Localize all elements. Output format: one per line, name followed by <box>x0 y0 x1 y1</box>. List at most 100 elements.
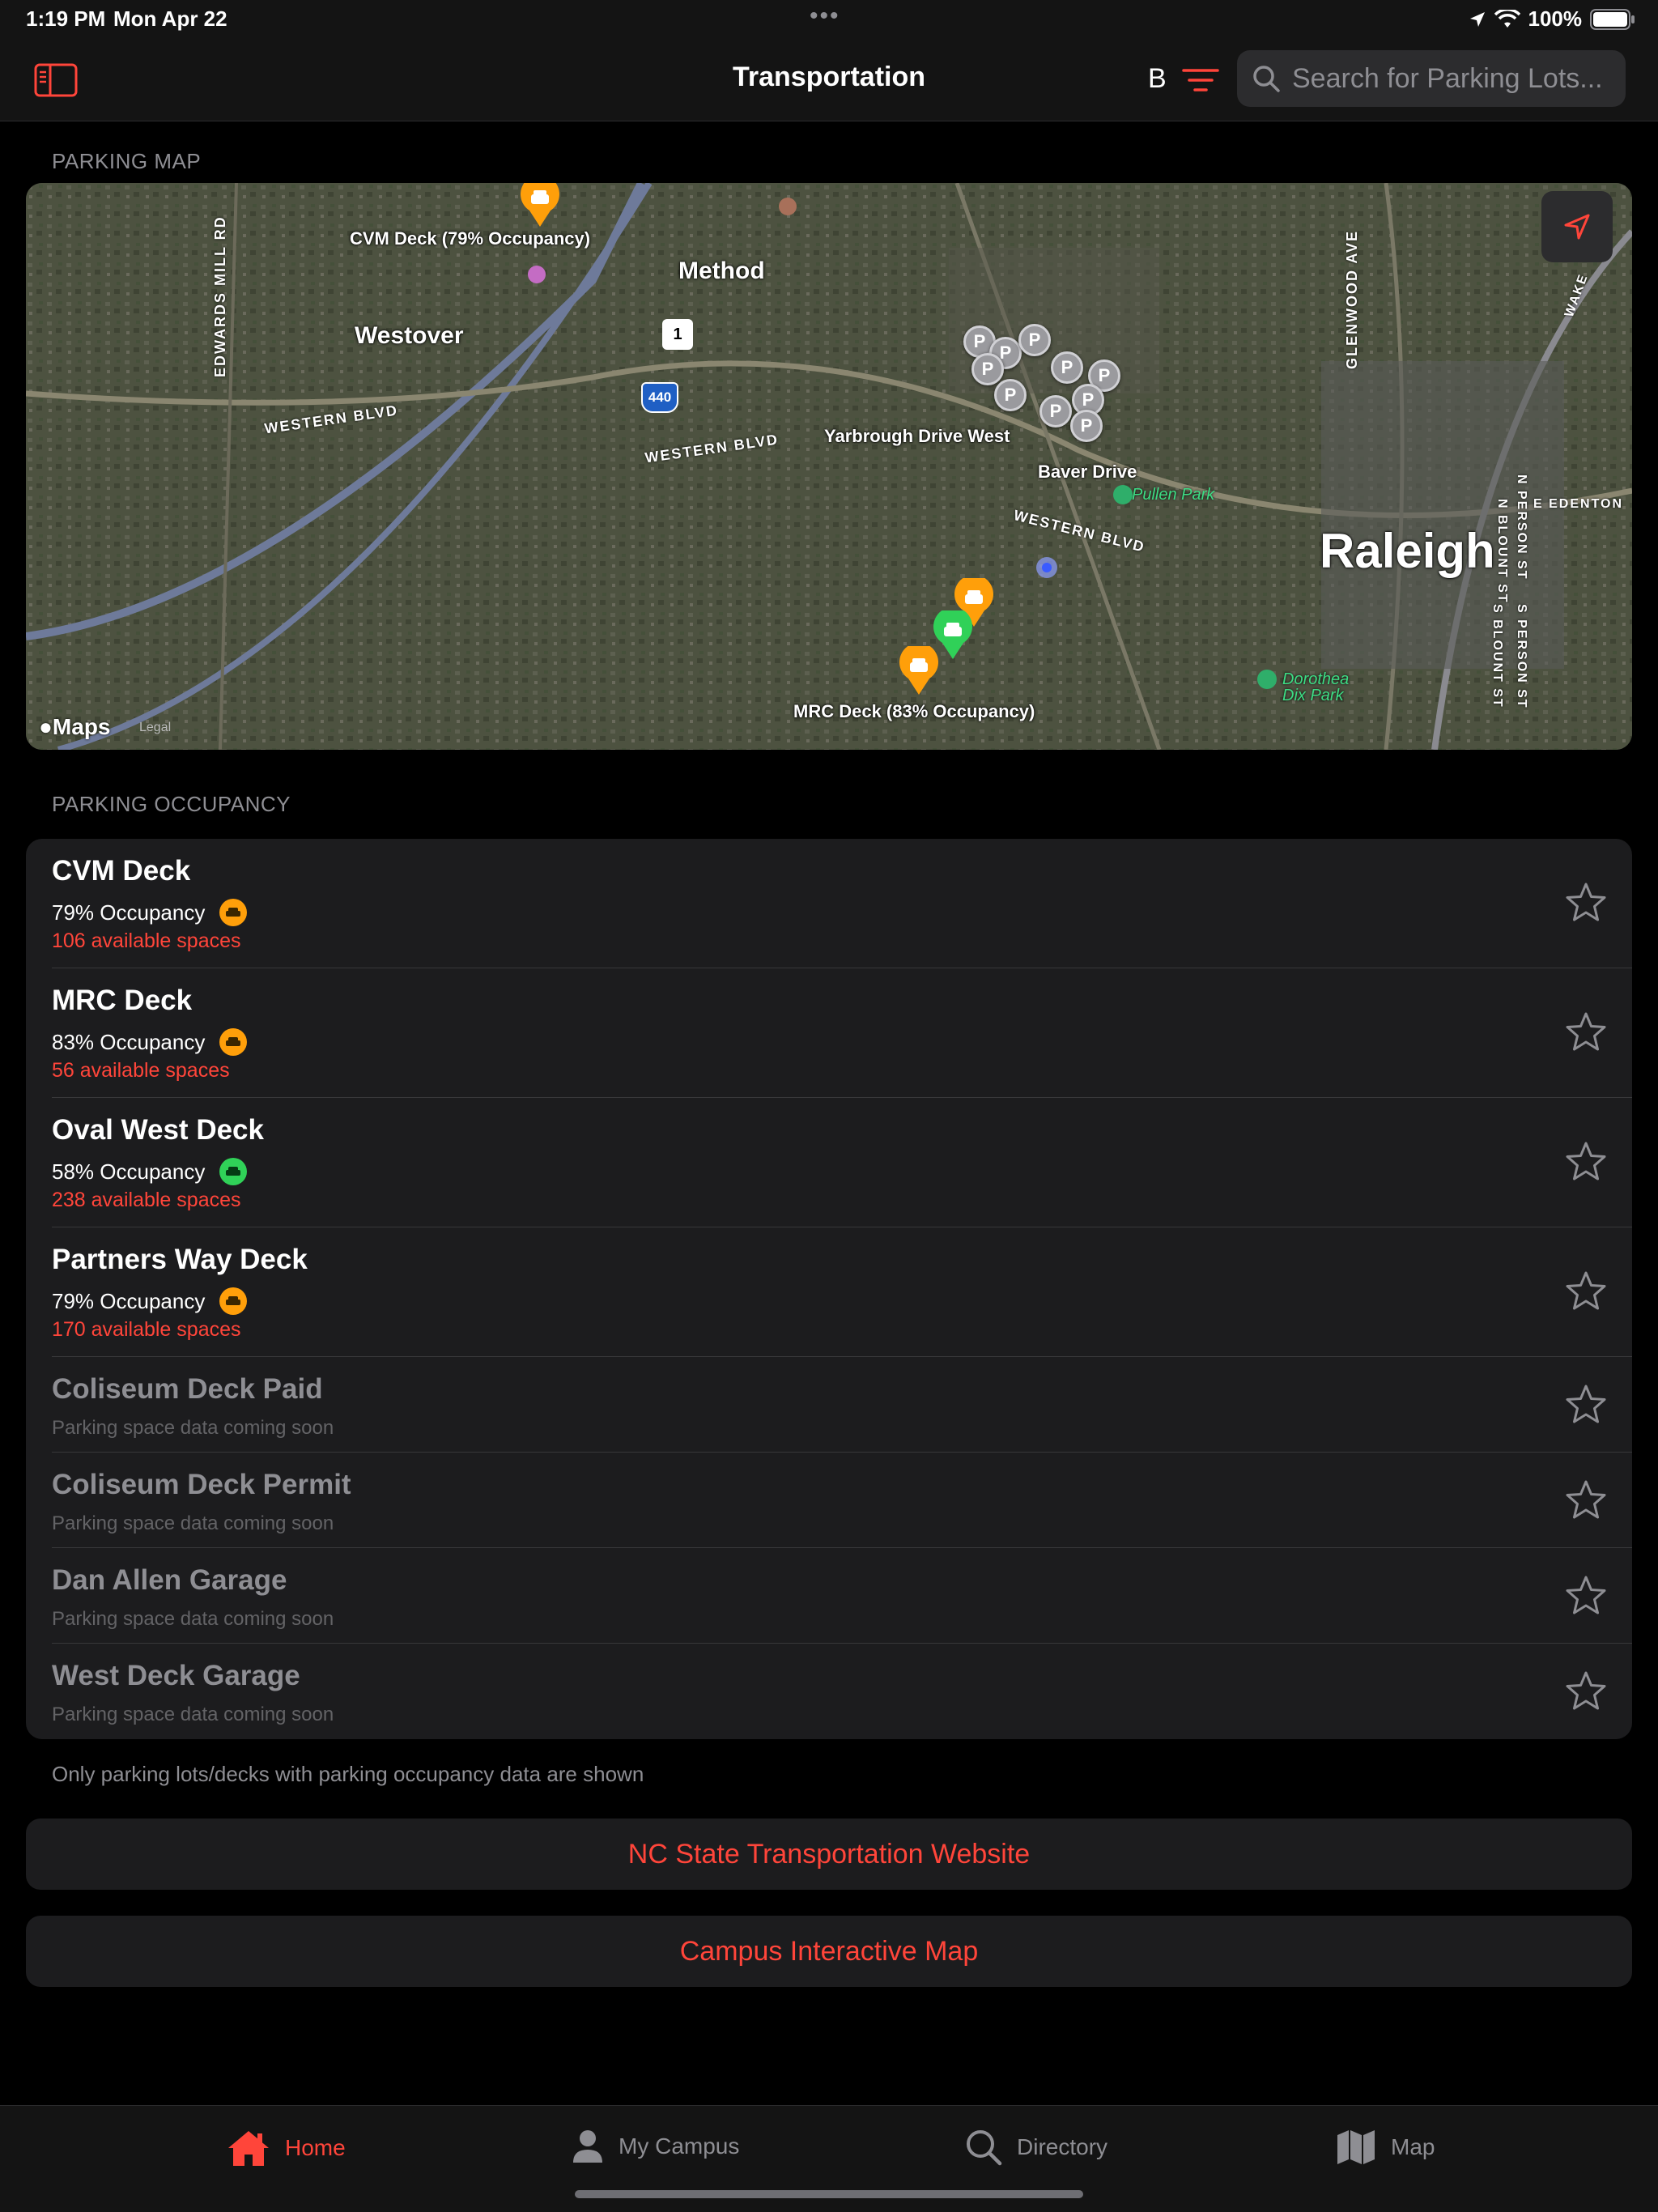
tab-label: Map <box>1391 2134 1435 2159</box>
data-coming-soon-note: Parking space data coming soon <box>52 1608 334 1630</box>
list-item[interactable]: Coliseum Deck Paid Parking space data co… <box>52 1357 1632 1453</box>
sidebar-toggle-icon[interactable] <box>34 63 78 97</box>
parking-pin[interactable]: P <box>971 353 1004 385</box>
park-icon <box>1257 670 1277 689</box>
list-item[interactable]: Coliseum Deck Permit Parking space data … <box>52 1453 1632 1548</box>
data-coming-soon-note: Parking space data coming soon <box>52 1417 334 1439</box>
favorite-star-icon[interactable] <box>1564 1670 1608 1713</box>
parking-pin[interactable]: P <box>1039 395 1072 428</box>
map-label-westover: Westover <box>355 322 464 349</box>
list-item[interactable]: CVM Deck 79% Occupancy 106 available spa… <box>52 839 1632 968</box>
tab-home[interactable]: Home <box>227 2129 346 2167</box>
magnifier-icon <box>967 2130 1002 2166</box>
school-poi-icon <box>779 198 797 215</box>
car-icon <box>219 1028 248 1056</box>
wifi-icon <box>1494 9 1520 28</box>
occupancy-footnote: Only parking lots/decks with parking occ… <box>52 1762 644 1786</box>
battery-percent: 100% <box>1528 6 1583 31</box>
available-spaces: 238 available spaces <box>52 1189 241 1211</box>
house-icon <box>228 2131 269 2166</box>
legal-link[interactable]: Legal <box>139 721 171 735</box>
favorite-star-icon[interactable] <box>1564 1383 1608 1427</box>
satellite-map-imagery <box>26 183 1632 750</box>
status-bar: 1:19 PM Mon Apr 22 ••• 100% <box>0 0 1658 39</box>
data-coming-soon-note: Parking space data coming soon <box>52 1512 334 1534</box>
car-icon <box>219 899 248 926</box>
multitasking-dots-icon[interactable]: ••• <box>810 4 840 28</box>
tab-label: My Campus <box>619 2133 740 2159</box>
mrc-deck-pin[interactable] <box>897 646 941 696</box>
location-arrow-icon <box>1469 11 1485 27</box>
tab-my-campus[interactable]: My Campus <box>572 2129 739 2164</box>
cvm-deck-pin[interactable] <box>518 183 562 228</box>
search-input[interactable] <box>1292 62 1616 95</box>
parking-occupancy-list: CVM Deck 79% Occupancy 106 available spa… <box>26 839 1632 1739</box>
parking-pin[interactable]: P <box>1070 410 1103 442</box>
lot-name: Coliseum Deck Paid <box>52 1373 323 1405</box>
map-street-n-blount: N BLOUNT ST <box>1495 499 1509 604</box>
available-spaces: 170 available spaces <box>52 1318 241 1341</box>
occupancy-text: 83% Occupancy <box>52 1029 206 1054</box>
list-item[interactable]: Oval West Deck 58% Occupancy 238 availab… <box>52 1098 1632 1227</box>
map-street-s-person: S PERSON ST <box>1515 604 1528 709</box>
tab-label: Directory <box>1017 2134 1108 2159</box>
parking-pin[interactable]: P <box>1018 324 1051 356</box>
campus-interactive-map-button[interactable]: Campus Interactive Map <box>26 1916 1632 1987</box>
tab-directory[interactable]: Directory <box>965 2129 1107 2166</box>
b-button[interactable]: B <box>1148 63 1167 95</box>
parking-map[interactable]: CVM Deck (79% Occupancy) MRC Deck (83% O… <box>26 183 1632 750</box>
battery-icon <box>1590 8 1635 30</box>
lot-name: Dan Allen Garage <box>52 1564 287 1596</box>
transportation-website-button[interactable]: NC State Transportation Website <box>26 1819 1632 1890</box>
parking-map-header: PARKING MAP <box>52 149 202 173</box>
map-street-glenwood: GLENWOOD AVE <box>1344 230 1360 369</box>
map-label-mrc: MRC Deck (83% Occupancy) <box>793 701 1035 721</box>
car-icon <box>219 1287 248 1315</box>
list-item[interactable]: Dan Allen Garage Parking space data comi… <box>52 1548 1632 1644</box>
apple-maps-logo: ●Maps <box>39 714 111 740</box>
data-coming-soon-note: Parking space data coming soon <box>52 1704 334 1725</box>
list-item[interactable]: MRC Deck 83% Occupancy 56 available spac… <box>52 968 1632 1098</box>
status-indicators: 100% <box>1469 6 1636 32</box>
map-label-yarbrough: Yarbrough Drive West <box>824 426 1010 446</box>
occupancy-text: 79% Occupancy <box>52 900 206 925</box>
occupancy-text: 58% Occupancy <box>52 1159 206 1184</box>
favorite-star-icon[interactable] <box>1564 1010 1608 1054</box>
favorite-star-icon[interactable] <box>1564 1270 1608 1313</box>
favorite-star-icon[interactable] <box>1564 881 1608 925</box>
map-label-cvm: CVM Deck (79% Occupancy) <box>350 228 591 249</box>
navigation-bar: Transportation B <box>0 39 1658 121</box>
map-street-n-person: N PERSON ST <box>1515 474 1528 581</box>
list-item[interactable]: West Deck Garage Parking space data comi… <box>52 1644 1632 1739</box>
map-label-baver: Baver Drive <box>1038 462 1137 482</box>
occupancy-text: 79% Occupancy <box>52 1288 206 1313</box>
map-label-pullen: Pullen Park <box>1132 486 1215 504</box>
lot-occupancy: 79% Occupancy <box>52 1287 248 1315</box>
list-item[interactable]: Partners Way Deck 79% Occupancy 170 avai… <box>52 1227 1632 1357</box>
apple-logo-icon: ● <box>39 714 53 739</box>
parking-pin[interactable]: P <box>994 379 1027 411</box>
search-field[interactable] <box>1237 50 1626 107</box>
us-route-shield-1: 1 <box>662 319 693 350</box>
status-time: 1:19 PM <box>26 6 106 31</box>
lot-name: CVM Deck <box>52 855 191 887</box>
search-icon <box>1253 66 1280 92</box>
home-indicator[interactable] <box>575 2190 1083 2198</box>
map-street-s-blount: S BLOUNT ST <box>1490 604 1504 708</box>
available-spaces: 56 available spaces <box>52 1059 230 1082</box>
map-label-method: Method <box>678 257 765 284</box>
lot-occupancy: 83% Occupancy <box>52 1028 248 1056</box>
favorite-star-icon[interactable] <box>1564 1478 1608 1522</box>
filter-icon[interactable] <box>1182 66 1219 94</box>
favorite-star-icon[interactable] <box>1564 1140 1608 1184</box>
available-spaces: 106 available spaces <box>52 929 241 952</box>
favorite-star-icon[interactable] <box>1564 1574 1608 1618</box>
locate-me-button[interactable] <box>1541 191 1613 262</box>
tab-map[interactable]: Map <box>1336 2129 1435 2166</box>
map-label-dix: Dix Park <box>1282 687 1344 704</box>
map-street-e-edenton: E EDENTON <box>1533 497 1624 511</box>
parking-pin[interactable]: P <box>1051 351 1083 384</box>
lot-name: MRC Deck <box>52 985 193 1016</box>
lot-name: West Deck Garage <box>52 1660 300 1691</box>
map-icon <box>1337 2130 1375 2164</box>
